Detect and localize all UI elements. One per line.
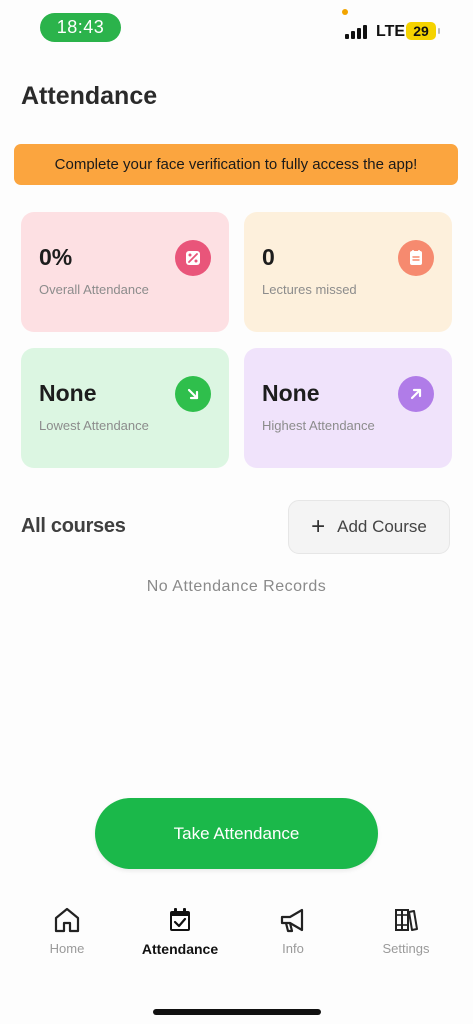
lowest-attendance-card: None Lowest Attendance bbox=[21, 348, 229, 468]
no-records-message: No Attendance Records bbox=[146, 578, 327, 595]
megaphone-icon bbox=[280, 908, 304, 933]
nav-label-home: Home bbox=[49, 941, 85, 956]
all-courses-heading: All courses bbox=[21, 515, 126, 537]
arrow-down-right-icon bbox=[175, 376, 211, 412]
add-course-button[interactable]: + Add Course bbox=[288, 500, 450, 554]
nav-item-home[interactable]: Home bbox=[17, 905, 117, 956]
note-icon bbox=[398, 240, 434, 276]
home-icon bbox=[54, 907, 80, 933]
lectures-missed-label: Lectures missed bbox=[262, 282, 357, 297]
lowest-attendance-label: Lowest Attendance bbox=[39, 418, 149, 433]
books-icon bbox=[395, 909, 418, 931]
page-title: Attendance bbox=[21, 82, 158, 110]
take-attendance-label: Take Attendance bbox=[173, 823, 300, 843]
battery-level: 29 bbox=[413, 23, 429, 39]
highest-attendance-card: None Highest Attendance bbox=[244, 348, 452, 468]
status-time: 18:43 bbox=[40, 13, 121, 42]
highest-attendance-label: Highest Attendance bbox=[262, 418, 375, 433]
arrow-up-right-icon bbox=[398, 376, 434, 412]
privacy-indicator-dot bbox=[342, 9, 348, 15]
overall-attendance-label: Overall Attendance bbox=[39, 282, 149, 297]
signal-icon bbox=[345, 25, 367, 39]
nav-item-attendance[interactable]: Attendance bbox=[130, 905, 230, 957]
lectures-missed-value: 0 bbox=[262, 244, 275, 270]
nav-label-attendance: Attendance bbox=[141, 941, 219, 957]
home-indicator[interactable] bbox=[153, 1009, 321, 1015]
highest-attendance-value: None bbox=[262, 380, 320, 406]
bottom-nav: Home Attendance Info Settings bbox=[0, 905, 473, 975]
plus-icon: + bbox=[311, 513, 326, 540]
nav-label-settings: Settings bbox=[382, 941, 430, 956]
nav-item-settings[interactable]: Settings bbox=[356, 905, 456, 956]
banner-text: Complete your face verification to fully… bbox=[54, 156, 418, 173]
overall-attendance-card: 0% Overall Attendance bbox=[21, 212, 229, 332]
nav-item-info[interactable]: Info bbox=[243, 905, 343, 956]
calendar-check-icon bbox=[170, 908, 190, 931]
attendance-screen: 18:43 LTE 29 Attendance Complete your fa… bbox=[0, 0, 473, 1024]
take-attendance-button[interactable]: Take Attendance bbox=[95, 798, 378, 869]
battery-icon: 29 bbox=[406, 22, 440, 40]
lectures-missed-card: 0 Lectures missed bbox=[244, 212, 452, 332]
network-type: LTE bbox=[376, 23, 406, 40]
nav-label-info: Info bbox=[282, 941, 304, 956]
percent-icon bbox=[175, 240, 211, 276]
overall-attendance-value: 0% bbox=[39, 244, 73, 270]
lowest-attendance-value: None bbox=[39, 380, 97, 406]
add-course-label: Add Course bbox=[337, 517, 427, 536]
face-verification-banner[interactable]: Complete your face verification to fully… bbox=[14, 144, 458, 185]
